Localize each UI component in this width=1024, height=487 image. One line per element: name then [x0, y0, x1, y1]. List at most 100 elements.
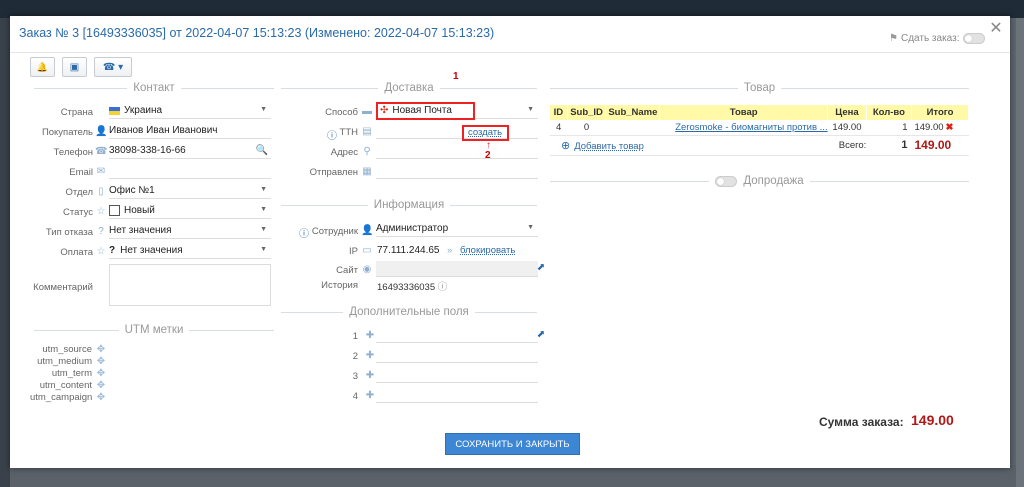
payment-select[interactable]: ? Нет значения ▼: [109, 243, 271, 259]
country-label: Страна: [60, 107, 93, 118]
chevron-down-icon: ▼: [260, 106, 267, 113]
extra-section-title: Дополнительные поля: [281, 306, 538, 318]
info-section-title: Информация: [281, 199, 538, 211]
bell-button[interactable]: 🔔: [30, 57, 55, 77]
site-field[interactable]: [376, 261, 538, 277]
refuse-type-select[interactable]: Нет значения ▼: [109, 223, 271, 239]
plus-icon[interactable]: ✚: [365, 390, 375, 401]
email-field[interactable]: [109, 163, 271, 179]
marker-1: 1: [453, 71, 459, 82]
order-sum-value: 149.00: [911, 412, 954, 428]
phone-label: Телефон: [53, 147, 93, 158]
document-icon: ▤: [362, 126, 372, 137]
extra-field-1[interactable]: [376, 327, 538, 343]
employee-select[interactable]: Администратор ▼: [376, 221, 538, 237]
monitor-icon: ▭: [362, 245, 372, 256]
status-color-box: [109, 205, 120, 216]
upsell-section-title: Допродажа: [550, 175, 969, 187]
sdat-toggle-group[interactable]: ⚑ Сдать заказ:: [889, 33, 985, 44]
question-icon: ?: [98, 226, 104, 237]
total-label: Всего:: [827, 135, 867, 156]
table-header: ID Sub_ID Sub_Name Товар Цена Кол-во Ито…: [550, 105, 970, 120]
cell-price: 149.00: [827, 120, 867, 136]
dept-select[interactable]: Офис №1 ▼: [109, 183, 271, 199]
cell-total: 149.00 ✖: [911, 120, 969, 136]
external-link-icon[interactable]: ⬈: [535, 329, 547, 340]
col-total: Итого: [911, 105, 970, 120]
user-icon: 👤: [95, 126, 108, 137]
status-select[interactable]: Новый ▼: [109, 203, 271, 219]
extra-row-3-label: 3: [352, 371, 358, 382]
country-select[interactable]: Украина ▼: [109, 103, 271, 119]
utm-expand-icons[interactable]: ✥ ✥ ✥ ✥ ✥: [95, 344, 107, 404]
sdat-toggle[interactable]: [962, 33, 985, 44]
ttn-field[interactable]: [376, 123, 538, 139]
phone-button[interactable]: ☎ ▾: [94, 57, 132, 77]
phone-icon: ☎: [102, 61, 116, 73]
table-row: 4 0 Zerosmoke - биомагниты против ... 14…: [550, 120, 969, 136]
truck-icon: ▬: [362, 106, 372, 117]
close-icon[interactable]: ✕: [989, 21, 1003, 37]
utm-medium-label: utm_medium: [37, 356, 92, 367]
double-chevron-right-icon: »: [447, 245, 453, 256]
search-icon: 🔍: [255, 145, 268, 156]
utm-campaign-label: utm_campaign: [30, 392, 93, 403]
upsell-toggle[interactable]: [715, 175, 738, 187]
star-icon: ☆: [96, 246, 106, 257]
external-link-icon[interactable]: ⬈: [535, 262, 547, 273]
add-product-link[interactable]: Добавить товар: [574, 141, 644, 152]
chevron-down-icon: ▼: [260, 206, 267, 213]
delete-icon[interactable]: ✖: [946, 122, 954, 133]
block-ip-link[interactable]: блокировать: [460, 245, 515, 256]
sdat-label: Сдать заказ:: [900, 33, 960, 44]
extra-row-2-label: 2: [352, 351, 358, 362]
cell-sub-id: 0: [567, 120, 606, 136]
extra-field-3[interactable]: [376, 367, 538, 383]
address-field[interactable]: [376, 143, 538, 159]
ip-value: 77.111.244.65: [377, 245, 440, 256]
plus-icon[interactable]: ✚: [365, 350, 375, 361]
buyer-field[interactable]: Иванов Иван Иванович: [109, 123, 271, 139]
utm-section-title: UTM метки: [34, 324, 274, 336]
payment-label: Оплата: [60, 247, 93, 258]
site-label: Сайт: [336, 265, 358, 276]
address-label: Адрес: [330, 147, 358, 158]
extra-field-4[interactable]: [376, 387, 538, 403]
history-label: История: [321, 280, 358, 291]
chevron-down-icon: ▾: [118, 61, 124, 73]
user-icon: 👤: [361, 225, 374, 236]
plus-icon[interactable]: ✚: [365, 370, 375, 381]
sent-label: Отправлен: [309, 167, 358, 178]
col-sub-id: Sub_ID: [567, 105, 607, 120]
bell-icon: 🔔: [36, 61, 49, 72]
total-qty: 1: [866, 135, 912, 156]
chevron-down-icon: ▼: [260, 226, 267, 233]
chevron-down-icon: ▼: [260, 186, 267, 193]
col-product: Товар: [659, 105, 829, 120]
ip-label: IP: [349, 246, 358, 257]
flag-icon: ⚑: [889, 33, 898, 44]
sent-date-field[interactable]: [376, 163, 538, 179]
cell-product[interactable]: Zerosmoke - биомагниты против ...: [659, 120, 828, 136]
contact-section-title: Контакт: [34, 82, 275, 94]
phone-field[interactable]: 38098-338-16-66 🔍: [109, 143, 271, 159]
phone-icon: ☎: [95, 146, 108, 157]
col-qty: Кол-во: [866, 105, 912, 120]
goods-table: ID Sub_ID Sub_Name Товар Цена Кол-во Ито…: [550, 105, 970, 156]
delivery-section-title: Доставка: [281, 82, 538, 94]
extra-field-2[interactable]: [376, 347, 538, 363]
save-and-close-button[interactable]: СОХРАНИТЬ И ЗАКРЫТЬ: [445, 433, 580, 455]
highlight-box-1: [376, 102, 475, 120]
plus-icon[interactable]: ✚: [365, 330, 375, 341]
comment-label: Комментарий: [33, 282, 93, 293]
calendar-icon: ▦: [362, 166, 372, 177]
map-pin-icon: ⚲: [363, 146, 371, 157]
extra-row-1-label: 1: [352, 331, 358, 342]
buyer-label: Покупатель: [41, 127, 93, 138]
comment-textarea[interactable]: [109, 264, 271, 306]
plus-circle-icon[interactable]: ⊕: [561, 140, 570, 152]
goods-footer-row: ⊕ Добавить товар Всего: 1 149.00: [550, 135, 969, 156]
window-button[interactable]: ▣: [62, 57, 87, 77]
extra-row-4-label: 4: [352, 391, 358, 402]
ttn-label: ТТН: [339, 127, 358, 138]
